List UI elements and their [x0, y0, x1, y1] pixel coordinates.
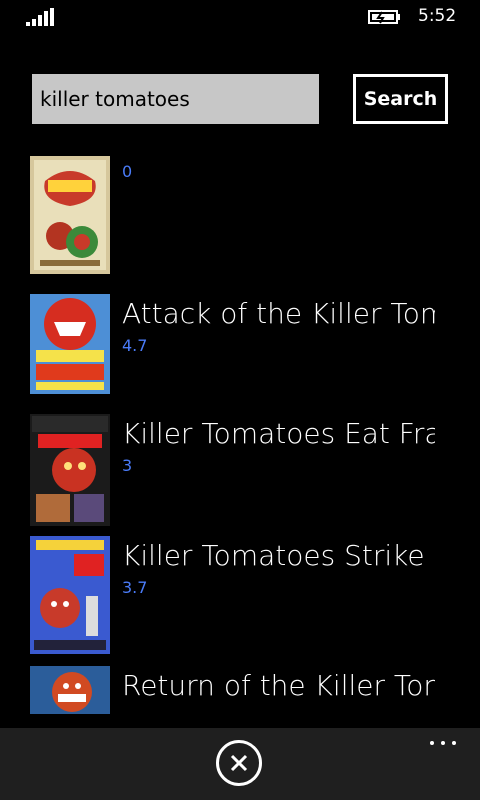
list-item[interactable]: 0 [0, 150, 480, 274]
movie-poster-icon [30, 536, 110, 654]
movie-title: Attack of the Killer Tom [122, 297, 435, 330]
more-options-icon[interactable] [430, 738, 460, 748]
list-item[interactable]: Return of the Killer Tom [0, 660, 480, 728]
movie-title: Killer Tomatoes Eat Fra [122, 417, 435, 450]
status-time: 5:52 [418, 6, 457, 26]
movie-poster-icon [30, 414, 110, 532]
movie-title: Killer Tomatoes Strike B [122, 539, 435, 572]
search-button[interactable]: Search [353, 74, 448, 124]
results-list[interactable]: 0 Attack of the Killer Tom 4.7 Killer To… [0, 150, 480, 728]
movie-rating: 3 [122, 456, 133, 475]
close-button[interactable] [216, 740, 262, 786]
movie-poster-icon [30, 294, 110, 412]
signal-strength-icon [26, 8, 54, 26]
movie-poster-icon [30, 156, 110, 274]
movie-rating: 3.7 [122, 578, 148, 597]
app-bar [0, 728, 480, 800]
status-bar: 5:52 [0, 0, 480, 32]
movie-poster-icon [30, 666, 110, 728]
search-input[interactable] [32, 74, 319, 124]
list-item[interactable]: Killer Tomatoes Strike B 3.7 [0, 530, 480, 654]
movie-rating: 4.7 [122, 336, 148, 355]
close-icon [230, 754, 248, 772]
list-item[interactable]: Attack of the Killer Tom 4.7 [0, 288, 480, 408]
movie-title: Return of the Killer Tom [122, 669, 435, 702]
movie-rating: 0 [122, 162, 133, 181]
battery-charging-icon [368, 10, 400, 24]
list-item[interactable]: Killer Tomatoes Eat Fra 3 [0, 408, 480, 528]
